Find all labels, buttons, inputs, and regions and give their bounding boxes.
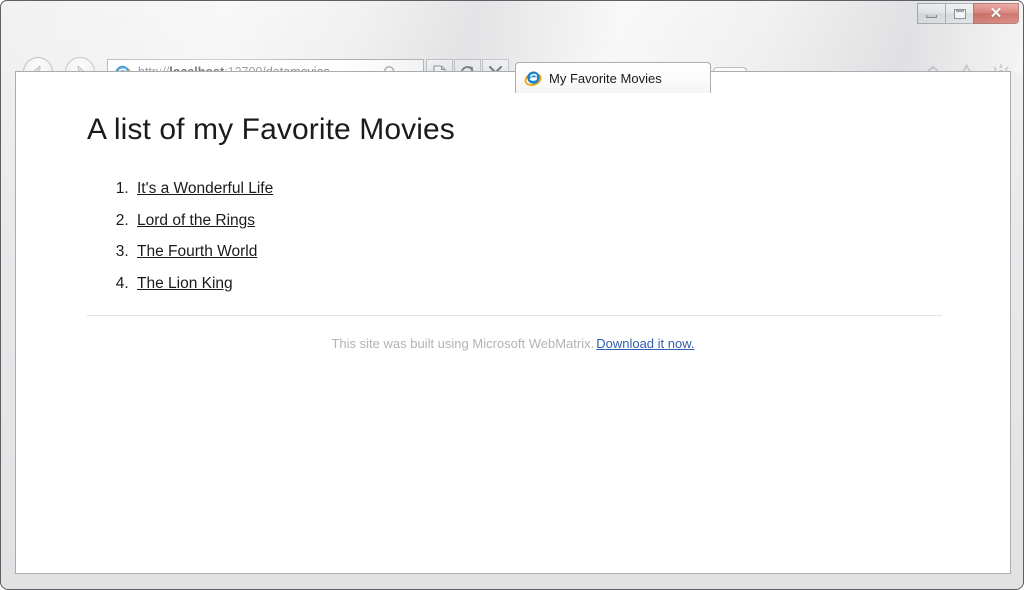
movie-link[interactable]: The Lion King xyxy=(137,275,233,292)
footer-text: This site was built using Microsoft WebM… xyxy=(331,336,595,351)
list-item[interactable]: The Lion King xyxy=(133,268,273,300)
tab-my-favorite-movies[interactable]: My Favorite Movies xyxy=(515,62,711,93)
internet-explorer-icon xyxy=(524,71,542,86)
page-title: A list of my Favorite Movies xyxy=(87,113,455,146)
movie-link[interactable]: It's a Wonderful Life xyxy=(137,180,273,197)
tab-label: My Favorite Movies xyxy=(549,70,662,86)
minimize-button[interactable] xyxy=(917,3,946,24)
close-button[interactable]: ✕ xyxy=(973,3,1019,24)
list-item[interactable]: Lord of the Rings xyxy=(133,205,273,237)
close-icon: ✕ xyxy=(989,5,1003,22)
window-caption-buttons: ✕ xyxy=(917,3,1019,24)
maximize-button[interactable] xyxy=(945,3,974,24)
minimize-icon xyxy=(926,14,937,18)
web-page: A list of my Favorite Movies It's a Wond… xyxy=(16,72,1010,573)
title-bar: ✕ xyxy=(1,1,1023,27)
movie-link[interactable]: The Fourth World xyxy=(137,243,257,260)
page-footer: This site was built using Microsoft WebM… xyxy=(16,336,1010,351)
list-item[interactable]: The Fourth World xyxy=(133,236,273,268)
browser-window: ✕ http://localhost:12700/datamovi xyxy=(0,0,1024,590)
webmatrix-download-link[interactable]: Download it now. xyxy=(596,336,694,351)
navigation-toolbar: http://localhost:12700/datamovies. xyxy=(1,27,1023,93)
movie-list: It's a Wonderful Life Lord of the Rings … xyxy=(87,173,273,299)
footer-divider xyxy=(87,315,942,316)
maximize-icon xyxy=(953,8,966,19)
list-item[interactable]: It's a Wonderful Life xyxy=(133,173,273,205)
movie-link[interactable]: Lord of the Rings xyxy=(137,212,255,229)
page-viewport: A list of my Favorite Movies It's a Wond… xyxy=(15,71,1011,574)
